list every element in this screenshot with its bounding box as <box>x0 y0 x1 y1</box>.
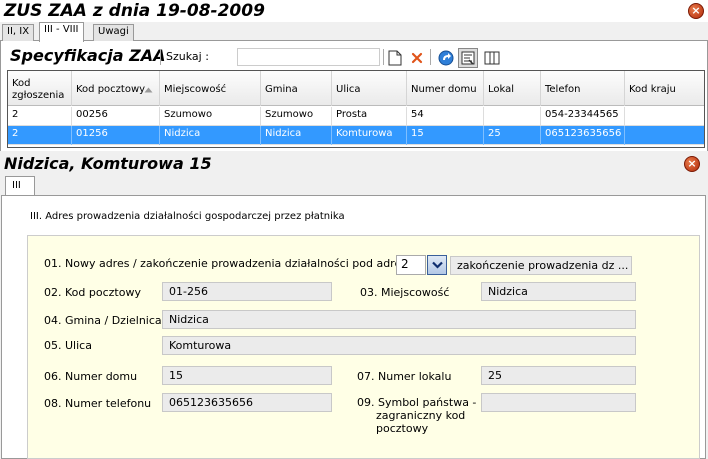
column-header-kod-pocztowy[interactable]: Kod pocztowy <box>72 71 160 106</box>
cell-numer-domu: 54 <box>407 107 484 126</box>
cell-ulica: Komturowa <box>332 126 407 145</box>
refresh-icon[interactable] <box>436 48 456 68</box>
tab-iii[interactable]: III <box>5 176 35 196</box>
toolbar-separator <box>430 49 431 65</box>
detail-title: Nidzica, Komturowa 15 <box>4 154 212 173</box>
cell-gmina: Szumowo <box>261 107 332 126</box>
label-line: 09. Symbol państwa - <box>357 396 477 409</box>
label-symbol-panstwa: 09. Symbol państwa - zagraniczny kod poc… <box>357 396 476 435</box>
close-icon[interactable]: × <box>688 3 704 19</box>
cell-miejscowosc: Nidzica <box>160 126 261 145</box>
label-line: pocztowy <box>376 422 429 435</box>
gmina-field[interactable]: Nidzica <box>162 310 636 329</box>
filter-icon[interactable] <box>458 48 478 68</box>
column-header-label: Kod pocztowy <box>76 84 146 95</box>
chevron-down-icon[interactable] <box>427 255 447 275</box>
column-header-kod-kraju[interactable]: Kod kraju <box>625 71 704 106</box>
new-document-icon[interactable] <box>385 48 405 68</box>
tab-ii-ix[interactable]: II, IX <box>2 24 35 41</box>
column-header-miejscowosc[interactable]: Miejscowość <box>160 71 261 106</box>
cell-gmina: Nidzica <box>261 126 332 145</box>
detail-tab-strip: III <box>0 176 708 196</box>
cell-miejscowosc: Szumowo <box>160 107 261 126</box>
close-icon[interactable]: × <box>684 156 700 172</box>
tab-iii-viii[interactable]: III - VIII <box>39 22 84 42</box>
column-header-gmina[interactable]: Gmina <box>261 71 332 106</box>
column-header-kod-zgloszenia[interactable]: Kod zgłoszenia <box>8 71 72 106</box>
sort-ascending-icon <box>144 85 153 97</box>
cell-lokal <box>484 107 541 126</box>
miejscowosc-field[interactable]: Nidzica <box>481 282 636 301</box>
search-label: Szukaj : <box>166 50 209 63</box>
specification-title: Specyfikacja ZAA <box>10 46 166 65</box>
cell-telefon: 054-23344565 <box>541 107 625 126</box>
ulica-field[interactable]: Komturowa <box>162 336 636 355</box>
label-numer-domu: 06. Numer domu <box>44 370 138 383</box>
nowy-adres-description: zakończenie prowadzenia dz ... <box>450 256 632 275</box>
cell-kod-zgloszenia: 2 <box>8 126 72 145</box>
cell-kod-kraju <box>625 107 704 126</box>
toolbar-separator <box>160 49 161 65</box>
grid-header: Kod zgłoszenia Kod pocztowy Miejscowość … <box>8 71 704 106</box>
table-row[interactable]: 2 00256 Szumowo Szumowo Prosta 54 054-23… <box>8 107 704 126</box>
cell-kod-zgloszenia: 2 <box>8 107 72 126</box>
toolbar-separator <box>383 49 384 65</box>
tab-strip: II, IX III - VIII Uwagi <box>0 22 708 42</box>
columns-icon[interactable] <box>482 48 502 68</box>
label-numer-lokalu: 07. Numer lokalu <box>357 370 452 383</box>
column-header-lokal[interactable]: Lokal <box>484 71 541 106</box>
numer-lokalu-field[interactable]: 25 <box>481 366 636 385</box>
section-title: III. Adres prowadzenia działalności gosp… <box>30 211 345 222</box>
numer-domu-field[interactable]: 15 <box>162 366 332 385</box>
cell-kod-kraju <box>625 126 704 145</box>
label-kod-pocztowy: 02. Kod pocztowy <box>44 286 141 299</box>
cell-numer-domu: 15 <box>407 126 484 145</box>
cell-telefon: 065123635656 <box>541 126 625 145</box>
cell-lokal: 25 <box>484 126 541 145</box>
search-input[interactable] <box>237 48 380 66</box>
tab-uwagi[interactable]: Uwagi <box>93 24 134 41</box>
label-gmina: 04. Gmina / Dzielnica <box>44 314 162 327</box>
cell-ulica: Prosta <box>332 107 407 126</box>
label-miejscowosc: 03. Miejscowość <box>360 286 450 299</box>
label-line: zagraniczny kod <box>376 409 466 422</box>
numer-telefonu-field[interactable]: 065123635656 <box>162 393 332 412</box>
symbol-panstwa-field[interactable] <box>481 393 636 412</box>
column-header-ulica[interactable]: Ulica <box>332 71 407 106</box>
cell-kod-pocztowy: 01256 <box>72 126 160 145</box>
window-title: ZUS ZAA z dnia 19-08-2009 <box>4 1 265 21</box>
label-ulica: 05. Ulica <box>44 339 92 352</box>
delete-icon[interactable] <box>407 48 427 68</box>
cell-kod-pocztowy: 00256 <box>72 107 160 126</box>
column-header-telefon[interactable]: Telefon <box>541 71 625 106</box>
label-numer-telefonu: 08. Numer telefonu <box>44 397 152 410</box>
kod-pocztowy-field[interactable]: 01-256 <box>162 282 332 301</box>
column-header-numer-domu[interactable]: Numer domu <box>407 71 484 106</box>
label-nowy-adres: 01. Nowy adres / zakończenie prowadzenia… <box>44 257 425 270</box>
table-row-selected[interactable]: 2 01256 Nidzica Nidzica Komturowa 15 25 … <box>8 126 704 145</box>
nowy-adres-select[interactable]: 2 <box>396 255 426 275</box>
specification-grid: Kod zgłoszenia Kod pocztowy Miejscowość … <box>7 70 705 148</box>
